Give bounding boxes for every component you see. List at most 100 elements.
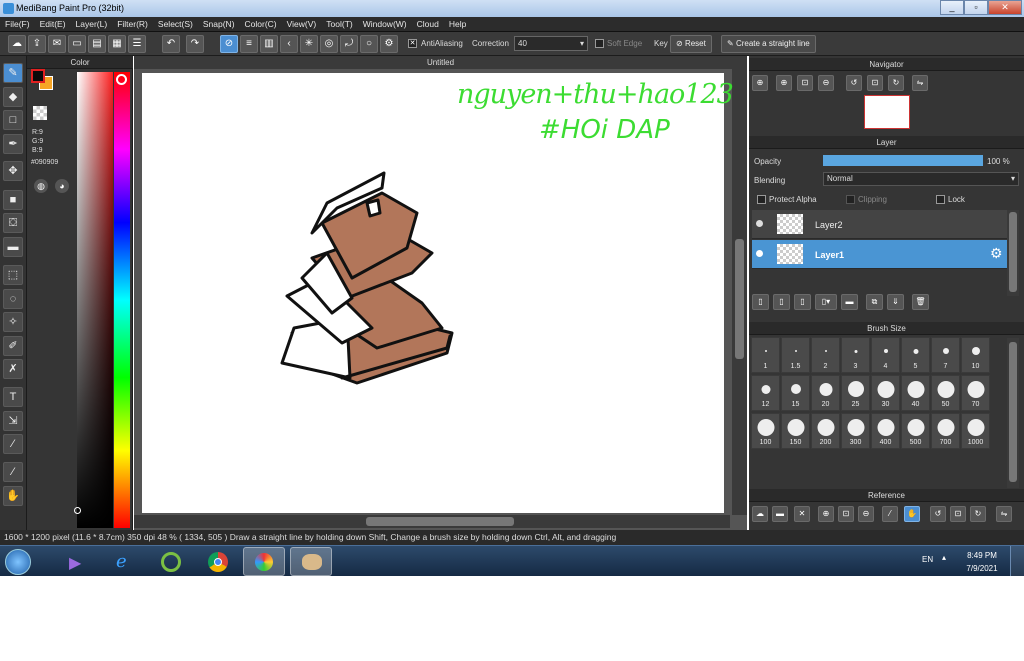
gradient-tool-icon[interactable]: ▬ bbox=[3, 237, 23, 257]
drawing-canvas[interactable]: nguyen+thu+hao123 #HOi DAP bbox=[142, 73, 734, 513]
soft-edge-checkbox[interactable] bbox=[595, 39, 604, 48]
text-tool-icon[interactable]: T bbox=[3, 387, 23, 407]
brush-size-option[interactable]: 50 bbox=[931, 375, 960, 411]
brush-size-scrollbar[interactable] bbox=[1007, 338, 1019, 488]
brush-size-option[interactable]: 7 bbox=[931, 337, 960, 373]
pen-tool-icon[interactable]: ✒ bbox=[3, 134, 23, 154]
folder-icon[interactable]: ▬ bbox=[841, 294, 858, 310]
layer-row-layer2[interactable]: Layer2 bbox=[752, 210, 1007, 239]
menu-filter[interactable]: Filter(R) bbox=[112, 17, 153, 32]
brush-size-option[interactable]: 15 bbox=[781, 375, 810, 411]
brush-size-option[interactable]: 300 bbox=[841, 413, 870, 449]
vertical-scrollbar[interactable] bbox=[732, 69, 747, 515]
rectangle-tool-icon[interactable]: □ bbox=[3, 110, 23, 130]
snap-off-icon[interactable]: ⊘ bbox=[220, 35, 238, 53]
navigator-thumbnail[interactable] bbox=[864, 95, 910, 129]
paint-taskbar-icon[interactable] bbox=[290, 547, 332, 576]
ref-flip-icon[interactable]: ⇋ bbox=[996, 506, 1012, 522]
brush-size-option[interactable]: 5 bbox=[901, 337, 930, 373]
gear-icon[interactable]: ⚙ bbox=[990, 245, 1003, 262]
reset-button[interactable]: ⊘ Reset bbox=[670, 35, 712, 53]
hue-slider[interactable] bbox=[114, 72, 130, 528]
ref-fit-icon[interactable]: ⊡ bbox=[838, 506, 854, 522]
menu-view[interactable]: View(V) bbox=[282, 17, 322, 32]
blending-select[interactable]: Normal ▾ bbox=[823, 172, 1019, 186]
coccoc-taskbar-icon[interactable] bbox=[150, 547, 192, 576]
rotate-reset-icon[interactable]: ⊡ bbox=[867, 75, 883, 91]
chat-icon[interactable]: ▭ bbox=[68, 35, 86, 53]
brush-size-option[interactable]: 3 bbox=[841, 337, 870, 373]
brush-size-option[interactable]: 25 bbox=[841, 375, 870, 411]
merge-layer-icon[interactable]: ⇓ bbox=[887, 294, 904, 310]
opacity-slider[interactable] bbox=[823, 155, 983, 166]
delete-layer-icon[interactable]: 🗑 bbox=[912, 294, 929, 310]
redo-icon[interactable]: ↷ bbox=[186, 35, 204, 53]
curve-snap-icon[interactable]: ⤾ bbox=[340, 35, 358, 53]
brush-size-option[interactable]: 40 bbox=[901, 375, 930, 411]
add-layer-menu-icon[interactable]: ▯▾ bbox=[815, 294, 837, 310]
flip-icon[interactable]: ⇋ bbox=[912, 75, 928, 91]
eraser-tool-icon[interactable]: ◆ bbox=[3, 87, 23, 107]
undo-icon[interactable]: ↶ bbox=[162, 35, 180, 53]
rotate-left-icon[interactable]: ↺ bbox=[846, 75, 862, 91]
comment-icon[interactable]: ✉ bbox=[48, 35, 66, 53]
brush-tool-icon[interactable]: ✎ bbox=[3, 63, 23, 83]
snap-settings-icon[interactable]: ⚙ bbox=[380, 35, 398, 53]
zoom-out-icon[interactable]: ⊖ bbox=[818, 75, 834, 91]
brush-size-option[interactable]: 1000 bbox=[961, 413, 990, 449]
ref-eyedropper-icon[interactable]: ⁄ bbox=[882, 506, 898, 522]
new-halftone-layer-icon[interactable]: ▯ bbox=[794, 294, 811, 310]
chrome-taskbar-icon[interactable] bbox=[197, 547, 239, 576]
menu-help[interactable]: Help bbox=[444, 17, 471, 32]
open-folder-icon[interactable]: ▬ bbox=[772, 506, 788, 522]
ref-rotate-left-icon[interactable]: ↺ bbox=[930, 506, 946, 522]
menu-snap[interactable]: Snap(N) bbox=[198, 17, 240, 32]
layer-list-scrollbar[interactable] bbox=[1007, 210, 1019, 296]
document-tab[interactable]: Untitled bbox=[134, 56, 747, 69]
select-rect-tool-icon[interactable]: ⬚ bbox=[3, 265, 23, 285]
brush-size-option[interactable]: 100 bbox=[751, 413, 780, 449]
minimize-button[interactable]: _ bbox=[940, 0, 964, 15]
brush-size-option[interactable]: 4 bbox=[871, 337, 900, 373]
cloud-upload-icon[interactable]: ☁ bbox=[752, 506, 768, 522]
brush-size-option[interactable]: 150 bbox=[781, 413, 810, 449]
new-color-layer-icon[interactable]: ▯ bbox=[773, 294, 790, 310]
share-icon[interactable]: ⇪ bbox=[28, 35, 46, 53]
brush-size-option[interactable]: 2 bbox=[811, 337, 840, 373]
protect-alpha-checkbox[interactable] bbox=[757, 195, 766, 204]
correction-select[interactable]: 40 ▾ bbox=[514, 36, 588, 51]
medibang-taskbar-icon[interactable] bbox=[243, 547, 285, 576]
horizontal-scroll-thumb[interactable] bbox=[366, 517, 514, 526]
saturation-value-picker[interactable] bbox=[77, 72, 113, 528]
color-wheel-icon[interactable]: ◕ bbox=[55, 179, 69, 193]
select-eraser-tool-icon[interactable]: ✗ bbox=[3, 359, 23, 379]
duplicate-layer-icon[interactable]: ⧉ bbox=[866, 294, 883, 310]
document-icon[interactable]: ▤ bbox=[88, 35, 106, 53]
close-button[interactable]: ✕ bbox=[988, 0, 1022, 15]
brush-size-option[interactable]: 12 bbox=[751, 375, 780, 411]
start-button[interactable] bbox=[5, 549, 31, 575]
close-reference-icon[interactable]: ✕ bbox=[794, 506, 810, 522]
sv-picker-cursor[interactable] bbox=[74, 507, 81, 514]
magic-wand-tool-icon[interactable]: ✧ bbox=[3, 312, 23, 332]
vertical-scroll-thumb[interactable] bbox=[735, 239, 744, 359]
brush-size-option[interactable]: 30 bbox=[871, 375, 900, 411]
clock[interactable]: 8:49 PM 7/9/2021 bbox=[960, 549, 1004, 575]
brush-size-option[interactable]: 500 bbox=[901, 413, 930, 449]
brush-size-option[interactable]: 70 bbox=[961, 375, 990, 411]
show-desktop-button[interactable] bbox=[1010, 546, 1024, 576]
menu-cloud[interactable]: Cloud bbox=[412, 17, 444, 32]
language-indicator[interactable]: EN bbox=[922, 555, 933, 564]
menu-file[interactable]: File(F) bbox=[0, 17, 35, 32]
menu-layer[interactable]: Layer(L) bbox=[71, 17, 113, 32]
ref-zoom-out-icon[interactable]: ⊖ bbox=[858, 506, 874, 522]
eyedropper-tool-icon[interactable]: ⁄ bbox=[3, 462, 23, 482]
straight-line-button[interactable]: ✎ Create a straight line bbox=[721, 35, 816, 53]
fit-icon[interactable]: ⊡ bbox=[797, 75, 813, 91]
tray-arrow-icon[interactable]: ▴ bbox=[942, 553, 946, 562]
brush-size-option[interactable]: 1.5 bbox=[781, 337, 810, 373]
cloud-icon[interactable]: ☁ bbox=[8, 35, 26, 53]
menu-color[interactable]: Color(C) bbox=[240, 17, 282, 32]
perspective-snap-icon[interactable]: ‹ bbox=[280, 35, 298, 53]
zoom-in-alt-icon[interactable]: ⊕ bbox=[776, 75, 792, 91]
